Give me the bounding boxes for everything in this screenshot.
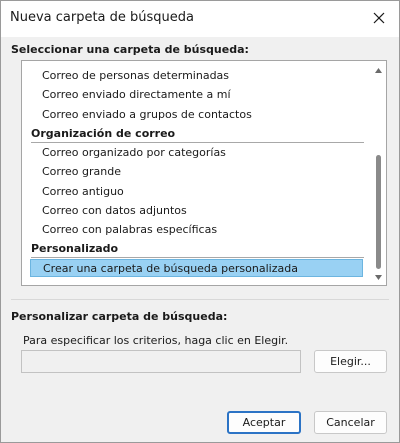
close-icon	[373, 12, 385, 24]
dialog-title: Nueva carpeta de búsqueda	[10, 10, 195, 25]
list-item[interactable]: Correo con datos adjuntos	[42, 202, 187, 220]
ok-button[interactable]: Aceptar	[227, 411, 301, 434]
list-scrollbar[interactable]	[371, 61, 386, 285]
cancel-button[interactable]: Cancelar	[314, 411, 387, 434]
list-item[interactable]: Correo grande	[42, 163, 121, 181]
list-item[interactable]: Correo antiguo	[42, 183, 124, 201]
scroll-thumb[interactable]	[376, 155, 381, 269]
scroll-down-arrow-icon[interactable]	[374, 273, 383, 281]
list-item[interactable]: Correo de personas determinadas	[42, 67, 229, 85]
select-folder-label: Seleccionar una carpeta de búsqueda:	[11, 43, 249, 56]
scroll-up-arrow-icon[interactable]	[374, 67, 383, 75]
list-item[interactable]: Correo enviado directamente a mí	[42, 86, 231, 104]
instructions-text: Para especificar los criterios, haga cli…	[23, 334, 289, 347]
search-folder-list[interactable]: Correo de personas determinadas Correo en…	[21, 60, 387, 286]
choose-button[interactable]: Elegir...	[314, 350, 387, 373]
list-group-header: Personalizado	[31, 240, 364, 259]
list-group-header: Organización de correo	[31, 125, 364, 143]
list-item-selected[interactable]: Crear una carpeta de búsqueda personaliz…	[30, 259, 363, 278]
criteria-field[interactable]	[21, 350, 301, 373]
customize-folder-label: Personalizar carpeta de búsqueda:	[11, 310, 228, 323]
close-button[interactable]	[365, 5, 393, 31]
new-search-folder-dialog: Nueva carpeta de búsqueda Seleccionar un…	[0, 0, 400, 443]
section-divider	[11, 299, 389, 300]
list-item[interactable]: Correo enviado a grupos de contactos	[42, 106, 252, 124]
list-item[interactable]: Correo organizado por categorías	[42, 144, 226, 162]
list-item[interactable]: Correo con palabras específicas	[42, 221, 217, 239]
title-bar: Nueva carpeta de búsqueda	[1, 1, 399, 37]
